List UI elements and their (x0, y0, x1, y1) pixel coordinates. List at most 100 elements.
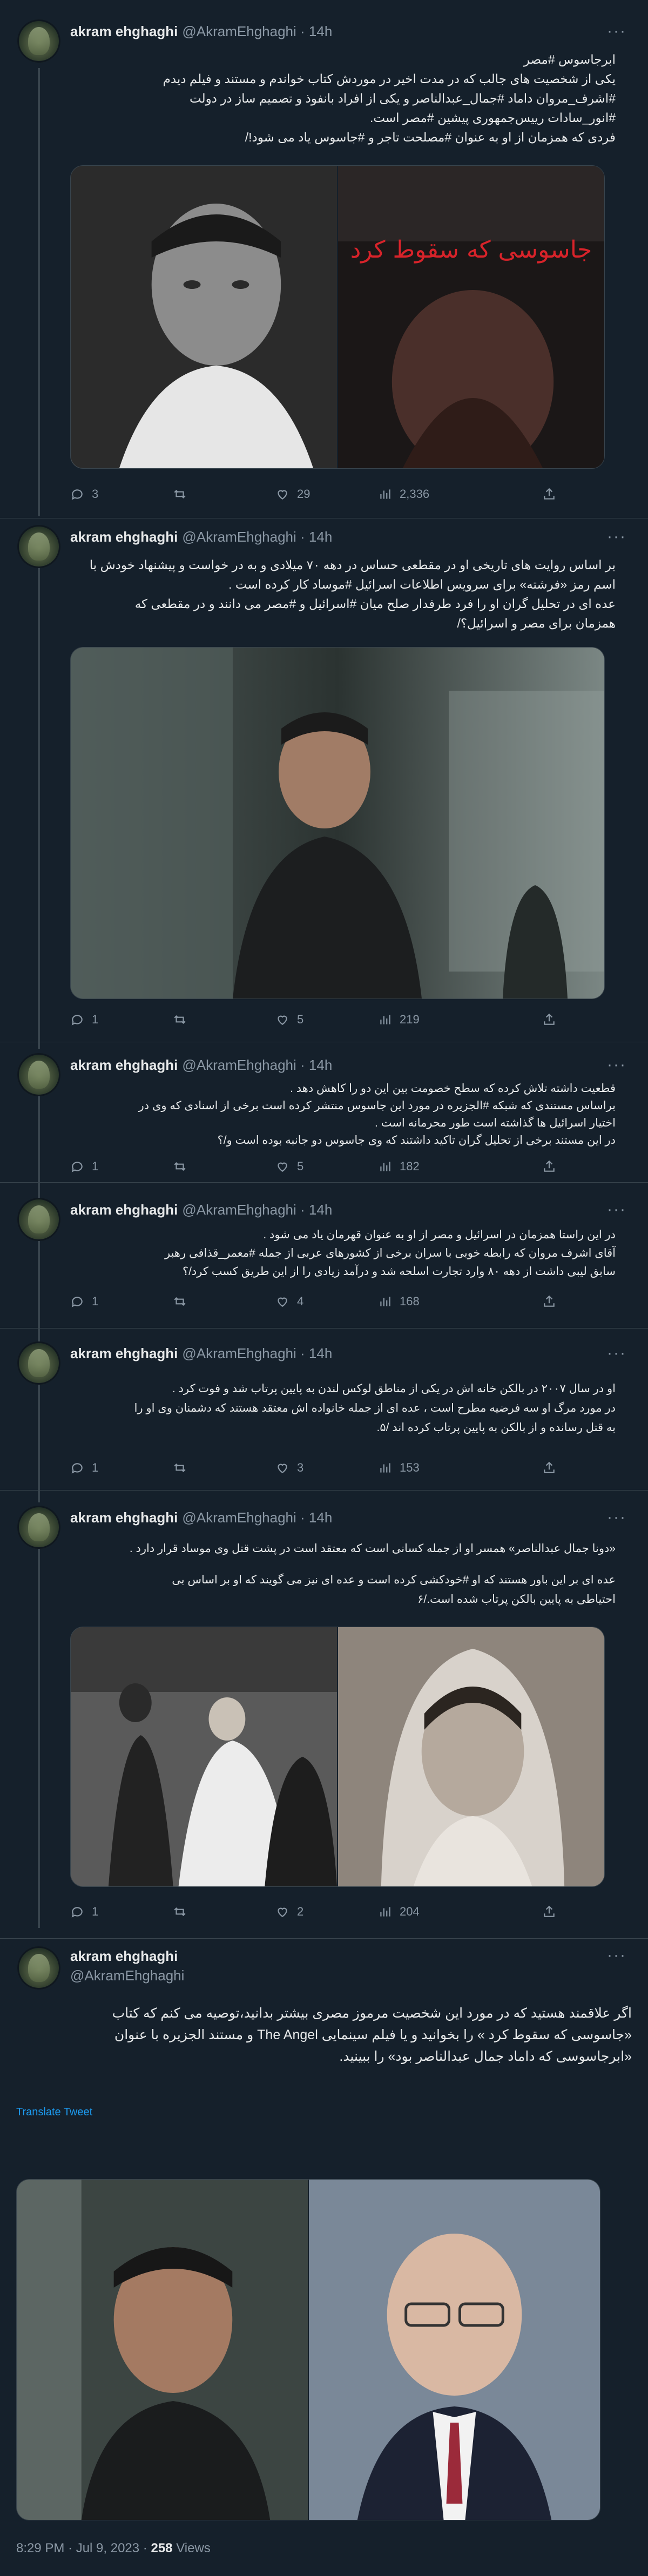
reply-button[interactable]: 1 (70, 1294, 173, 1309)
photo-bride[interactable] (337, 1627, 604, 1886)
author-handle: @AkramEhghaghi · 14h (182, 1202, 333, 1218)
retweet-button[interactable] (173, 1905, 275, 1919)
tweet-actions: 1 5 219 (70, 1009, 556, 1030)
tweet-line: عده ای بر این باور هستند که او #خودکشی ک… (172, 1574, 616, 1586)
more-options-icon[interactable]: ··· (607, 1054, 626, 1076)
author-handle: @AkramEhghaghi · 14h (182, 1345, 333, 1361)
author-handle: @AkramEhghaghi (70, 1967, 185, 1984)
tweet[interactable]: akram ehghaghi @AkramEhghaghi · 14h ··· ق… (0, 1042, 648, 1183)
avatar[interactable] (17, 525, 60, 568)
views-icon (380, 1907, 390, 1917)
reply-icon (71, 1463, 83, 1474)
avatar[interactable] (17, 1341, 60, 1385)
photo-author[interactable] (308, 2180, 600, 2520)
tweet-line: در این راستا همزمان در اسرائیل و مصر از … (263, 1229, 616, 1241)
share-button[interactable] (542, 1013, 556, 1027)
reply-button[interactable]: 3 (70, 487, 173, 501)
retweet-button[interactable] (173, 1013, 275, 1027)
heart-icon (278, 1464, 287, 1473)
like-button[interactable]: 3 (275, 1461, 378, 1475)
share-icon (544, 1905, 555, 1917)
movie-still-illustration (71, 648, 604, 999)
retweet-icon (174, 1463, 186, 1473)
views-button[interactable]: 153 (378, 1461, 481, 1475)
avatar[interactable] (17, 1506, 60, 1549)
more-options-icon[interactable]: ··· (607, 21, 626, 42)
more-options-icon[interactable]: ··· (607, 1946, 626, 1965)
tweet-line: #انور_سادات رییس‌جمهوری پیشین #مصر است. (369, 111, 616, 125)
reply-button[interactable]: 1 (70, 1159, 173, 1174)
reply-button[interactable]: 1 (70, 1013, 173, 1027)
tweet[interactable]: akram ehghaghi @AkramEhghaghi · 14h ··· ب… (0, 518, 648, 1042)
share-button[interactable] (542, 1159, 556, 1174)
like-button[interactable]: 4 (275, 1294, 378, 1309)
avatar[interactable] (17, 1198, 60, 1241)
author-name[interactable]: akram ehghaghi (70, 1057, 178, 1073)
tweet-timestamp[interactable]: 8:29 PM · Jul 9, 2023 · 258 Views (16, 2541, 211, 2556)
photo-actor[interactable] (17, 2180, 308, 2520)
retweet-button[interactable] (173, 1461, 275, 1475)
share-button[interactable] (542, 1294, 556, 1309)
like-button[interactable]: 5 (275, 1013, 378, 1027)
like-button[interactable]: 29 (275, 487, 378, 501)
share-icon (544, 488, 555, 500)
more-options-icon[interactable]: ··· (607, 526, 626, 548)
more-options-icon[interactable]: ··· (607, 1507, 626, 1528)
views-icon (380, 1463, 390, 1473)
like-button[interactable]: 5 (275, 1159, 378, 1174)
photo-book-cover[interactable]: جاسوسی که سقوط کرد (337, 166, 604, 468)
author-name[interactable]: akram ehghaghi (70, 23, 178, 39)
tweet-line: همزمان برای مصر و اسرائیل؟/ (457, 616, 616, 630)
tweet-text: در این راستا همزمان در اسرائیل و مصر از … (70, 1226, 616, 1281)
views-icon (380, 1015, 390, 1024)
retweet-button[interactable] (173, 1294, 275, 1309)
more-options-icon[interactable]: ··· (607, 1343, 626, 1364)
author-handle: @AkramEhghaghi · 14h (182, 1057, 333, 1073)
tweet-focused[interactable]: akram ehghaghi @AkramEhghaghi ··· اگر عل… (0, 1939, 648, 2576)
author-name[interactable]: akram ehghaghi (70, 1202, 178, 1218)
like-button[interactable]: 2 (275, 1905, 378, 1919)
avatar[interactable] (17, 1053, 60, 1096)
share-button[interactable] (542, 487, 556, 501)
portrait-illustration (71, 166, 337, 468)
tweet[interactable]: akram ehghaghi @AkramEhghaghi · 14h ··· ا… (0, 0, 648, 518)
tweet-line: #اشرف_مروان داماد #جمال_عبدالناصر و یکی … (189, 91, 616, 105)
avatar[interactable] (17, 19, 60, 63)
tweet[interactable]: akram ehghaghi @AkramEhghaghi · 14h ··· ا… (0, 1329, 648, 1491)
tweet-text: «دونا جمال عبدالناصر» همسر او از جمله کس… (70, 1539, 616, 1609)
tweet-header: akram ehghaghi @AkramEhghaghi · 14h ··· (70, 1343, 626, 1364)
author-name[interactable]: akram ehghaghi (70, 529, 178, 545)
author-name[interactable]: akram ehghaghi (70, 1946, 184, 1966)
views-button[interactable]: 204 (378, 1905, 481, 1919)
retweet-button[interactable] (173, 487, 275, 501)
heart-icon (278, 1297, 287, 1307)
tweet-line: آقای اشرف مروان که رابطه خوبی با سران بر… (164, 1247, 616, 1259)
photo-wedding[interactable] (71, 1627, 337, 1886)
share-button[interactable] (542, 1461, 556, 1475)
views-button[interactable]: 2,336 (378, 487, 481, 501)
tweet-media[interactable] (70, 1627, 605, 1887)
heart-icon (278, 490, 287, 500)
tweet[interactable]: akram ehghaghi @AkramEhghaghi · 14h ··· د… (0, 1183, 648, 1329)
tweet-media[interactable]: جاسوسی که سقوط کرد (70, 165, 605, 469)
tweet-media[interactable] (70, 647, 605, 999)
tweet-line: فردی که همزمان از او به عنوان #مصلحت تاج… (245, 130, 616, 144)
tweet-media[interactable] (16, 2179, 600, 2520)
translate-tweet-link[interactable]: Translate Tweet (16, 2106, 92, 2119)
author-name[interactable]: akram ehghaghi (70, 1345, 178, 1361)
reply-button[interactable]: 1 (70, 1461, 173, 1475)
avatar[interactable] (17, 1946, 60, 1990)
tweet[interactable]: akram ehghaghi @AkramEhghaghi · 14h ··· «… (0, 1491, 648, 1939)
share-icon (544, 1461, 555, 1473)
share-button[interactable] (542, 1905, 556, 1919)
views-button[interactable]: 182 (378, 1159, 481, 1174)
photo-portrait[interactable] (71, 166, 337, 468)
author-photo-illustration (309, 2180, 600, 2520)
retweet-button[interactable] (173, 1159, 275, 1174)
views-button[interactable]: 219 (378, 1013, 481, 1027)
more-options-icon[interactable]: ··· (607, 1199, 626, 1220)
author-name[interactable]: akram ehghaghi (70, 1509, 178, 1526)
views-button[interactable]: 168 (378, 1294, 481, 1309)
reply-button[interactable]: 1 (70, 1905, 173, 1919)
tweet-actions: 3 29 2,336 (70, 483, 556, 505)
